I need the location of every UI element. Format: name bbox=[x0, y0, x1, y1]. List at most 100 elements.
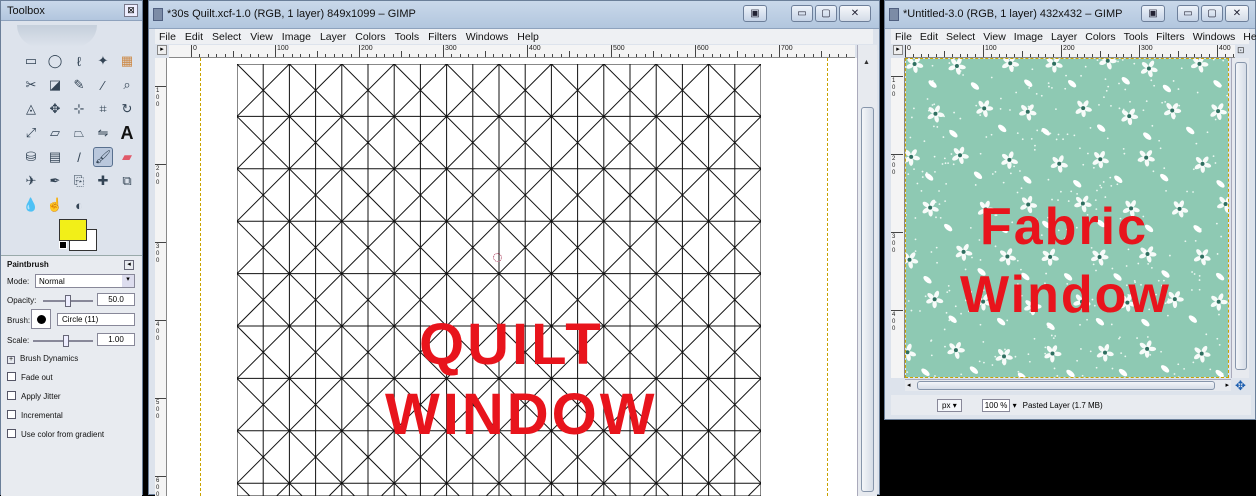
rotate-icon[interactable]: ↻ bbox=[117, 99, 137, 119]
scale-spinbox[interactable]: 1.00 bbox=[97, 333, 135, 346]
menu-file[interactable]: File bbox=[895, 31, 912, 43]
menu-view[interactable]: View bbox=[983, 31, 1006, 43]
toolbox-titlebar[interactable]: Toolbox ⊠ bbox=[1, 1, 142, 21]
gradient-color-checkbox[interactable] bbox=[7, 429, 16, 438]
apply-jitter-option[interactable]: Apply Jitter bbox=[7, 391, 61, 401]
fabric-hscroll-thumb[interactable] bbox=[917, 381, 1215, 390]
scroll-left-icon[interactable]: ◂ bbox=[907, 381, 911, 389]
default-colors-icon[interactable] bbox=[59, 241, 67, 249]
menu-filters[interactable]: Filters bbox=[428, 31, 457, 43]
quilt-canvas-area[interactable]: QUILT WINDOW bbox=[167, 58, 857, 496]
opacity-spinbox[interactable]: 50.0 bbox=[97, 293, 135, 306]
brush-preview-button[interactable] bbox=[31, 309, 51, 329]
menu-select[interactable]: Select bbox=[212, 31, 241, 43]
zoom-select[interactable]: 100 % ▾ bbox=[982, 401, 1017, 410]
bucket-fill-icon[interactable]: ⛁ bbox=[21, 147, 41, 167]
quilt-titlebar[interactable]: *30s Quilt.xcf-1.0 (RGB, 1 layer) 849x10… bbox=[149, 1, 879, 29]
scale-icon[interactable]: ⤢ bbox=[21, 123, 41, 143]
menu-layer[interactable]: Layer bbox=[1051, 31, 1077, 43]
scale-slider-thumb[interactable] bbox=[63, 335, 69, 347]
quilt-vertical-ruler[interactable]: 100200300400500600 bbox=[155, 58, 167, 496]
mode-select[interactable]: Normal ▾ bbox=[35, 274, 135, 288]
apply-jitter-checkbox[interactable] bbox=[7, 391, 16, 400]
toolbox-close-button[interactable]: ⊠ bbox=[124, 4, 138, 17]
menu-view[interactable]: View bbox=[250, 31, 273, 43]
perspective-icon[interactable]: ⏢ bbox=[69, 123, 89, 143]
menu-filters[interactable]: Filters bbox=[1156, 31, 1185, 43]
blur-icon[interactable]: 💧 bbox=[21, 195, 41, 215]
gradient-color-option[interactable]: Use color from gradient bbox=[7, 429, 104, 439]
fade-out-checkbox[interactable] bbox=[7, 372, 16, 381]
quilt-close-button[interactable]: ✕ bbox=[839, 5, 871, 22]
opacity-slider[interactable] bbox=[43, 300, 93, 302]
clone-icon[interactable]: ⎘ bbox=[69, 171, 89, 191]
quilt-minimize-button[interactable]: ▭ bbox=[791, 5, 813, 22]
ellipse-select-icon[interactable]: ◯ bbox=[45, 51, 65, 71]
free-select-icon[interactable]: ℓ bbox=[69, 51, 89, 71]
menu-colors[interactable]: Colors bbox=[1085, 31, 1115, 43]
blend-icon[interactable]: ▤ bbox=[45, 147, 65, 167]
shear-icon[interactable]: ▱ bbox=[45, 123, 65, 143]
foreground-select-icon[interactable]: ◪ bbox=[45, 75, 65, 95]
color-picker-icon[interactable]: ⁄ bbox=[93, 75, 113, 95]
fabric-titlebar[interactable]: *Untitled-3.0 (RGB, 1 layer) 432x432 – G… bbox=[885, 1, 1255, 29]
incremental-checkbox[interactable] bbox=[7, 410, 16, 419]
measure-icon[interactable]: ◬ bbox=[21, 99, 41, 119]
incremental-option[interactable]: Incremental bbox=[7, 410, 63, 420]
menu-tools[interactable]: Tools bbox=[395, 31, 420, 43]
crop-icon[interactable]: ⌗ bbox=[93, 99, 113, 119]
fabric-canvas[interactable]: Fabric Window bbox=[905, 58, 1229, 378]
menu-tools[interactable]: Tools bbox=[1124, 31, 1149, 43]
scroll-right-icon[interactable]: ▸ bbox=[1225, 381, 1229, 389]
fade-out-option[interactable]: Fade out bbox=[7, 372, 53, 382]
text-icon[interactable]: A bbox=[117, 123, 137, 143]
quilt-navigate-corner-icon[interactable]: ▸ bbox=[157, 45, 167, 55]
fuzzy-select-icon[interactable]: ✦ bbox=[93, 51, 113, 71]
quilt-extra-button[interactable]: ▣ bbox=[743, 5, 767, 22]
fabric-maximize-button[interactable]: ▢ bbox=[1201, 5, 1223, 22]
menu-help[interactable]: Help bbox=[1243, 31, 1256, 43]
menu-layer[interactable]: Layer bbox=[320, 31, 346, 43]
foreground-color-swatch[interactable] bbox=[59, 219, 87, 241]
align-icon[interactable]: ⊹ bbox=[69, 99, 89, 119]
heal-icon[interactable]: ✚ bbox=[93, 171, 113, 191]
zoom-icon[interactable]: ⌕ bbox=[117, 75, 137, 95]
fabric-close-button[interactable]: ✕ bbox=[1225, 5, 1249, 22]
ink-icon[interactable]: ✒ bbox=[45, 171, 65, 191]
menu-image[interactable]: Image bbox=[282, 31, 311, 43]
menu-edit[interactable]: Edit bbox=[920, 31, 938, 43]
flip-icon[interactable]: ⇋ bbox=[93, 123, 113, 143]
move-icon[interactable]: ✥ bbox=[45, 99, 65, 119]
rect-select-icon[interactable]: ▭ bbox=[21, 51, 41, 71]
fabric-navigate-corner-icon[interactable]: ▸ bbox=[893, 45, 903, 55]
scale-slider[interactable] bbox=[33, 340, 93, 342]
paintbrush-icon[interactable]: 🖌 bbox=[93, 147, 113, 167]
scissors-icon[interactable]: ✂ bbox=[21, 75, 41, 95]
smudge-icon[interactable]: ☝ bbox=[45, 195, 65, 215]
menu-image[interactable]: Image bbox=[1014, 31, 1043, 43]
fabric-vertical-ruler[interactable]: 100200300400 bbox=[891, 58, 905, 378]
menu-edit[interactable]: Edit bbox=[185, 31, 203, 43]
dodge-icon[interactable]: ◐ bbox=[69, 195, 89, 215]
menu-select[interactable]: Select bbox=[946, 31, 975, 43]
scroll-up-icon[interactable]: ▲ bbox=[863, 59, 870, 66]
color-select-icon[interactable]: ▦ bbox=[117, 51, 137, 71]
menu-colors[interactable]: Colors bbox=[355, 31, 385, 43]
paths-icon[interactable]: ✎ bbox=[69, 75, 89, 95]
fabric-minimize-button[interactable]: ▭ bbox=[1177, 5, 1199, 22]
brush-name-field[interactable]: Circle (11) bbox=[57, 313, 135, 326]
menu-windows[interactable]: Windows bbox=[466, 31, 509, 43]
fabric-vertical-scrollbar[interactable] bbox=[1231, 58, 1249, 378]
fabric-zoom-corner-icon[interactable]: ⊡ bbox=[1237, 45, 1251, 58]
fabric-scrollbar-thumb[interactable] bbox=[1235, 62, 1247, 370]
menu-windows[interactable]: Windows bbox=[1193, 31, 1236, 43]
fabric-navigate-icon[interactable]: ✥ bbox=[1235, 378, 1246, 394]
quilt-maximize-button[interactable]: ▢ bbox=[815, 5, 837, 22]
perspective-clone-icon[interactable]: ⧉ bbox=[117, 171, 137, 191]
opacity-slider-thumb[interactable] bbox=[65, 295, 71, 307]
brush-dynamics-expander[interactable]: +Brush Dynamics bbox=[7, 354, 78, 364]
tool-options-menu-icon[interactable]: ◂ bbox=[124, 260, 134, 270]
pencil-icon[interactable]: / bbox=[69, 147, 89, 167]
fabric-horizontal-scrollbar[interactable]: ◂ ▸ bbox=[905, 379, 1231, 391]
eraser-icon[interactable]: ▰ bbox=[117, 147, 137, 167]
